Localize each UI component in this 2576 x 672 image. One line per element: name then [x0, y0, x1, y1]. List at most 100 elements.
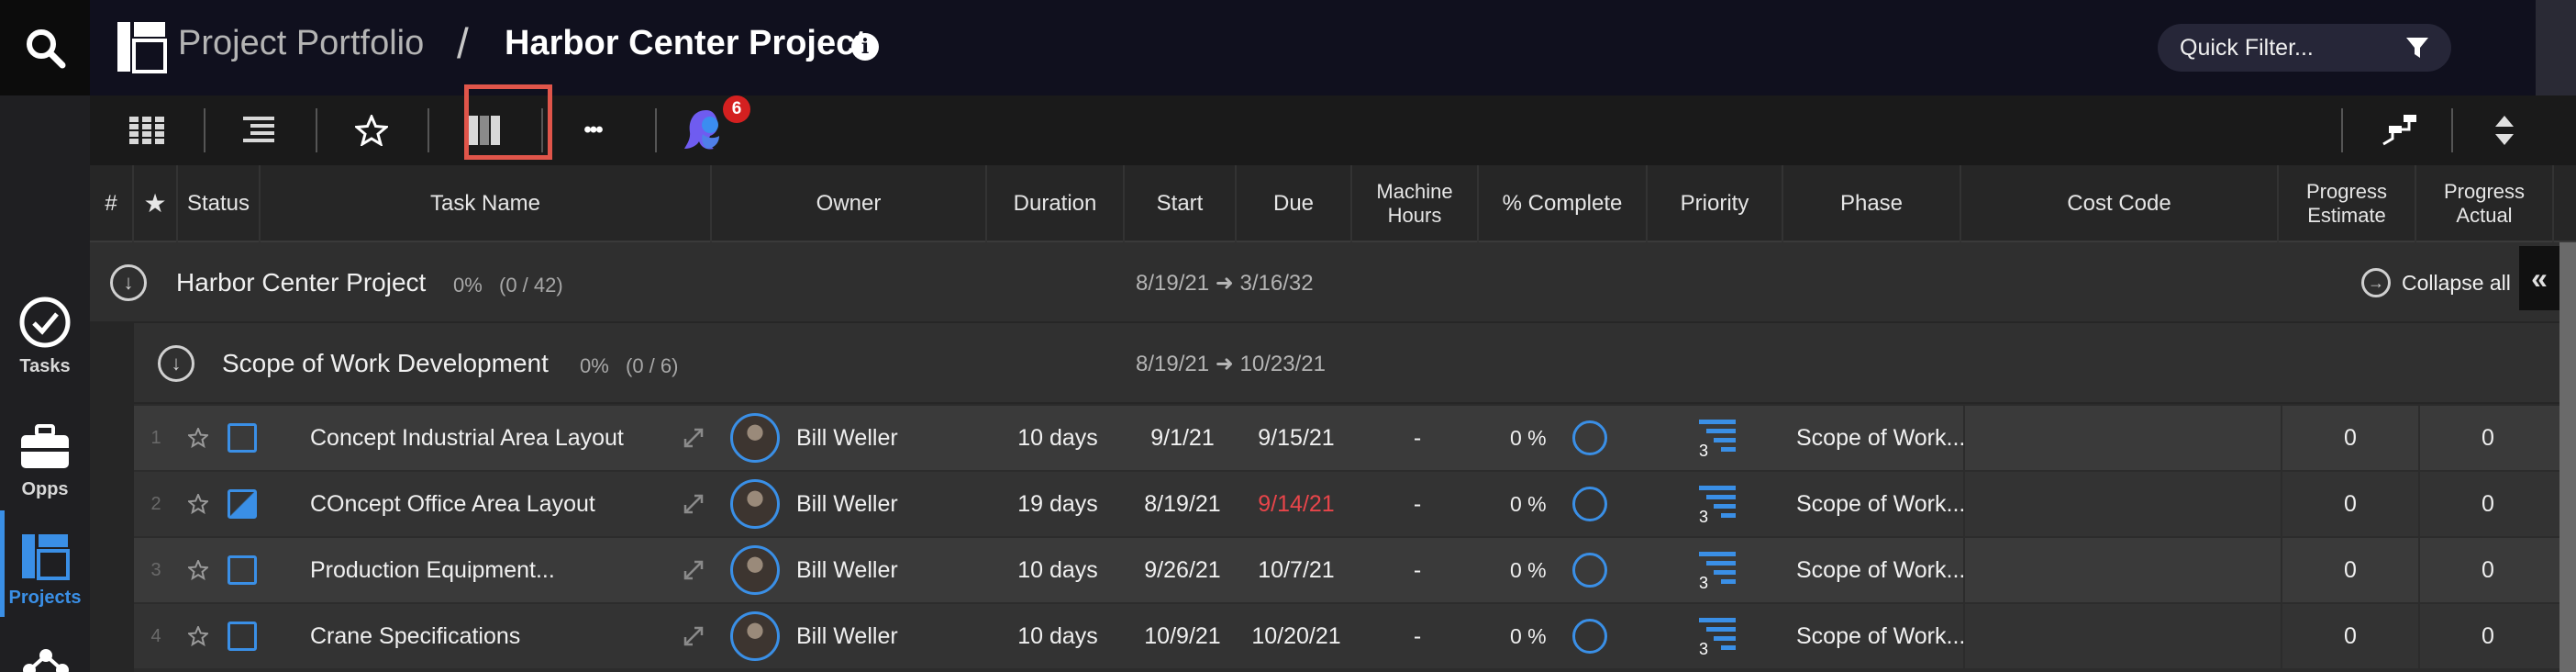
progress-actual-cell[interactable]: 0	[2418, 472, 2556, 536]
cost-code-cell[interactable]	[1963, 538, 2281, 602]
col-header-task-name[interactable]: Task Name	[261, 165, 712, 242]
status-checkbox[interactable]	[228, 555, 257, 585]
expand-task-button[interactable]	[675, 406, 712, 470]
expand-task-button[interactable]	[675, 538, 712, 602]
status-checkbox-cell[interactable]	[218, 604, 266, 668]
cost-code-cell[interactable]	[1963, 604, 2281, 668]
col-header-machine-hours[interactable]: Machine Hours	[1352, 165, 1479, 242]
phase-cell[interactable]: Scope of Work...	[1796, 472, 1971, 536]
machine-hours-cell[interactable]: -	[1354, 472, 1481, 536]
owner-cell[interactable]: Bill Weller	[730, 604, 989, 668]
expand-task-button[interactable]	[675, 472, 712, 536]
start-date-cell[interactable]: 10/9/21	[1127, 604, 1238, 668]
priority-cell[interactable]: 3	[1649, 538, 1785, 602]
collapse-all-button[interactable]: → Collapse all	[2361, 268, 2511, 297]
favorite-toggle[interactable]	[178, 538, 218, 602]
duration-cell[interactable]: 10 days	[989, 538, 1127, 602]
table-row[interactable]: 4 Crane Specifications Bill Weller 10 days 1…	[134, 604, 2576, 670]
duration-cell[interactable]: 19 days	[989, 472, 1127, 536]
start-date-cell[interactable]: 9/1/21	[1127, 406, 1238, 470]
col-header-duration[interactable]: Duration	[987, 165, 1125, 242]
dependencies-button[interactable]	[2378, 108, 2418, 152]
start-date-cell[interactable]: 8/19/21	[1127, 472, 1238, 536]
search-button[interactable]	[0, 0, 90, 95]
sidebar-item-opps[interactable]: Opps	[0, 424, 90, 500]
status-checkbox[interactable]	[228, 622, 257, 651]
favorite-toggle[interactable]	[178, 472, 218, 536]
status-checkbox-cell[interactable]	[218, 538, 266, 602]
progress-estimate-cell[interactable]: 0	[2281, 604, 2418, 668]
machine-hours-cell[interactable]: -	[1354, 604, 1481, 668]
complete-cell[interactable]: 0 %	[1510, 604, 1648, 668]
col-header-phase[interactable]: Phase	[1783, 165, 1961, 242]
favorite-toggle[interactable]	[178, 406, 218, 470]
collapse-toggle-icon[interactable]: ↓	[158, 345, 194, 382]
table-row[interactable]: 2 COncept Office Area Layout Bill Weller 19…	[134, 472, 2576, 538]
status-checkbox[interactable]	[228, 423, 257, 453]
filter-button[interactable]	[2536, 0, 2576, 95]
progress-estimate-cell[interactable]: 0	[2281, 406, 2418, 470]
due-date-cell[interactable]: 9/14/21	[1238, 472, 1354, 536]
task-name-cell[interactable]: Production Equipment...	[310, 538, 705, 602]
quick-filter-input[interactable]: Quick Filter...	[2158, 24, 2451, 72]
complete-cell[interactable]: 0 %	[1510, 538, 1648, 602]
outline-view-button[interactable]	[239, 108, 279, 152]
progress-actual-cell[interactable]: 0	[2418, 604, 2556, 668]
col-header-complete[interactable]: % Complete	[1479, 165, 1648, 242]
sidebar-item-tasks[interactable]: Tasks	[0, 296, 90, 377]
owner-cell[interactable]: Bill Weller	[730, 406, 989, 470]
due-date-cell[interactable]: 10/20/21	[1238, 604, 1354, 668]
scrollbar[interactable]	[2559, 242, 2576, 672]
sidebar-item-projects[interactable]: Projects	[0, 532, 90, 609]
col-header-star[interactable]: ★	[134, 165, 178, 242]
duration-cell[interactable]: 10 days	[989, 406, 1127, 470]
status-checkbox[interactable]	[228, 489, 257, 519]
phase-cell[interactable]: Scope of Work...	[1796, 538, 1971, 602]
breadcrumb-portfolio[interactable]: Project Portfolio	[178, 24, 424, 63]
progress-actual-cell[interactable]: 0	[2418, 406, 2556, 470]
start-date-cell[interactable]: 9/26/21	[1127, 538, 1238, 602]
favorite-toggle[interactable]	[178, 604, 218, 668]
status-checkbox-cell[interactable]	[218, 406, 266, 470]
collapse-toggle-icon[interactable]: ↓	[110, 264, 147, 301]
priority-cell[interactable]: 3	[1649, 406, 1785, 470]
priority-cell[interactable]: 3	[1649, 604, 1785, 668]
owner-cell[interactable]: Bill Weller	[730, 538, 989, 602]
machine-hours-cell[interactable]: -	[1354, 538, 1481, 602]
col-header-status[interactable]: Status	[178, 165, 261, 242]
status-checkbox-cell[interactable]	[218, 472, 266, 536]
machine-hours-cell[interactable]: -	[1354, 406, 1481, 470]
col-header-owner[interactable]: Owner	[712, 165, 987, 242]
collapse-panel-button[interactable]: «	[2519, 246, 2559, 310]
progress-actual-cell[interactable]: 0	[2418, 538, 2556, 602]
complete-cell[interactable]: 0 %	[1510, 472, 1648, 536]
phase-cell[interactable]: Scope of Work...	[1796, 604, 1971, 668]
task-name-cell[interactable]: Crane Specifications	[310, 604, 705, 668]
progress-estimate-cell[interactable]: 0	[2281, 472, 2418, 536]
col-header-due[interactable]: Due	[1237, 165, 1352, 242]
grid-view-button[interactable]	[127, 108, 167, 152]
table-row[interactable]: 3 Production Equipment... Bill Weller 10 da…	[134, 538, 2576, 604]
progress-estimate-cell[interactable]: 0	[2281, 538, 2418, 602]
complete-cell[interactable]: 0 %	[1510, 406, 1648, 470]
due-date-cell[interactable]: 10/7/21	[1238, 538, 1354, 602]
cost-code-cell[interactable]	[1963, 472, 2281, 536]
favorites-button[interactable]	[350, 108, 393, 152]
col-header-start[interactable]: Start	[1125, 165, 1237, 242]
task-name-cell[interactable]: Concept Industrial Area Layout	[310, 406, 705, 470]
phase-cell[interactable]: Scope of Work...	[1796, 406, 1971, 470]
table-row[interactable]: 1 Concept Industrial Area Layout Bill Well…	[134, 406, 2576, 472]
cost-code-cell[interactable]	[1963, 406, 2281, 470]
due-date-cell[interactable]: 9/15/21	[1238, 406, 1354, 470]
col-header-priority[interactable]: Priority	[1648, 165, 1783, 242]
sort-button[interactable]	[2486, 108, 2523, 152]
more-options-button[interactable]: •••	[574, 108, 611, 152]
task-name-cell[interactable]: COncept Office Area Layout	[310, 472, 705, 536]
duration-cell[interactable]: 10 days	[989, 604, 1127, 668]
col-header-progress-actual[interactable]: Progress Actual	[2416, 165, 2554, 242]
expand-task-button[interactable]	[675, 604, 712, 668]
col-header-progress-estimate[interactable]: Progress Estimate	[2279, 165, 2416, 242]
info-icon[interactable]: i	[851, 33, 879, 61]
col-header-cost-code[interactable]: Cost Code	[1961, 165, 2279, 242]
owner-cell[interactable]: Bill Weller	[730, 472, 989, 536]
